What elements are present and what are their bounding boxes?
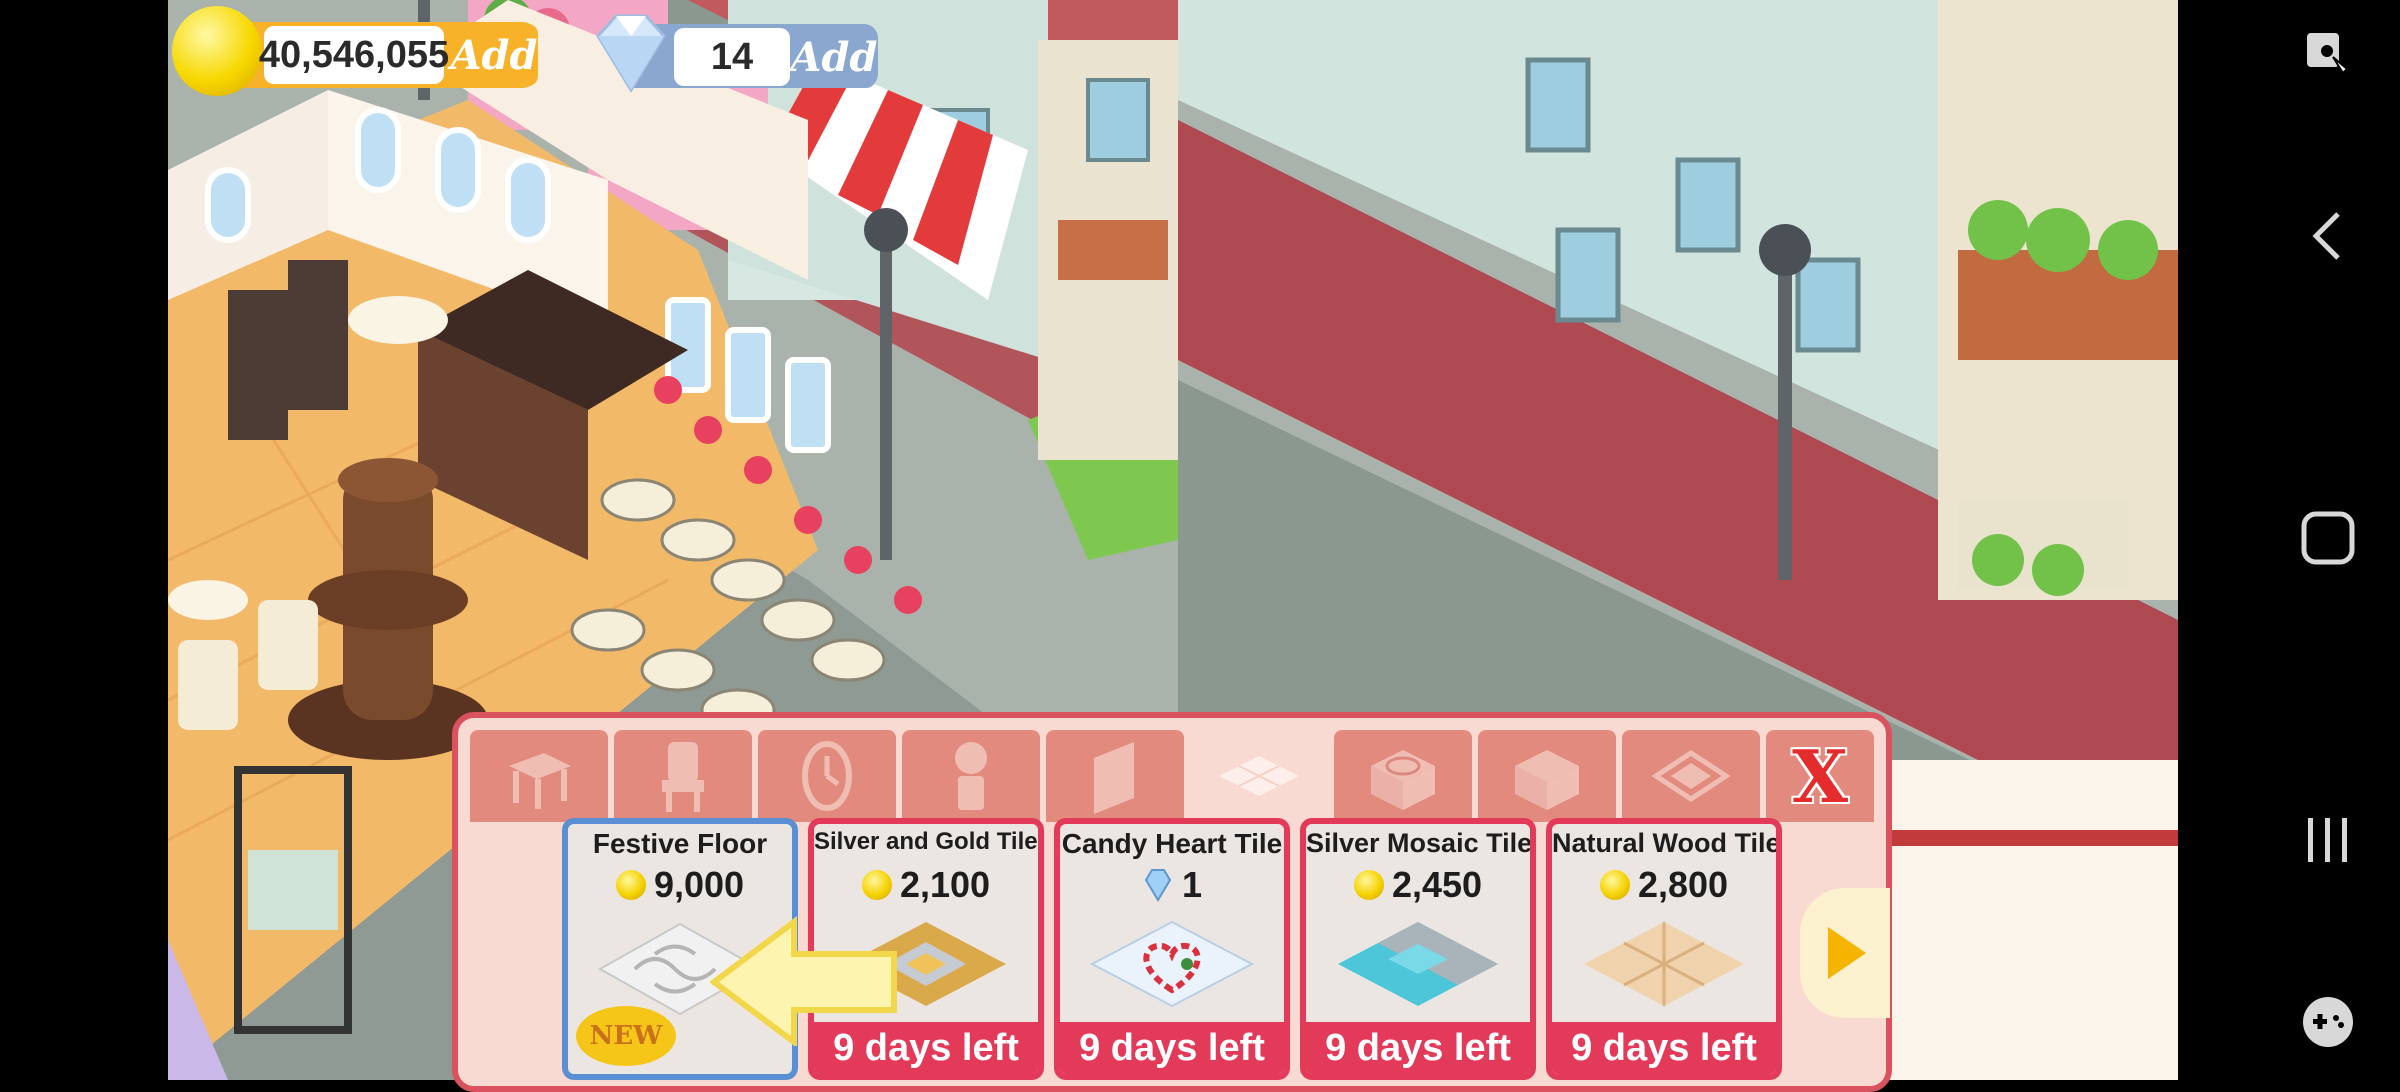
- clock-icon: [802, 741, 852, 811]
- coin-amount: 40,546,055: [259, 26, 449, 84]
- close-button[interactable]: X: [1766, 730, 1874, 822]
- silver-mosaic-tile-thumbnail: [1338, 922, 1498, 1006]
- gem-icon: [1144, 869, 1172, 902]
- item-card-candy-heart-tile[interactable]: Candy Heart Tile 1 9 days left: [1054, 818, 1290, 1080]
- recent-apps-button[interactable]: [2300, 812, 2356, 868]
- item-price: 1: [1060, 864, 1284, 906]
- table-icon: [509, 753, 571, 809]
- recent-apps-icon: [2308, 818, 2347, 862]
- coin-icon: [1599, 870, 1630, 900]
- tutorial-arrow-icon: [710, 916, 897, 1046]
- tab-tables[interactable]: [470, 730, 608, 822]
- gamepad-icon: [2303, 997, 2353, 1047]
- item-price: 9,000: [568, 864, 792, 906]
- screenshot-edit-button[interactable]: [2300, 26, 2356, 82]
- item-price: 2,450: [1306, 864, 1530, 906]
- item-card-natural-wood-tile[interactable]: Natural Wood Tile 2,800 9 days left: [1546, 818, 1782, 1080]
- item-name: Silver Mosaic Tile: [1306, 828, 1533, 858]
- tab-plants[interactable]: [902, 730, 1040, 822]
- home-square-icon: [2301, 511, 2355, 565]
- plant-icon: [955, 742, 987, 810]
- item-name: Festive Floor: [592, 828, 768, 859]
- gem-amount: 14: [674, 28, 790, 86]
- back-chevron-icon: [2312, 212, 2340, 260]
- floor-icon: [1219, 756, 1299, 796]
- system-navigation-bar: [2178, 0, 2400, 1080]
- coin-icon: [861, 870, 892, 900]
- chair-icon: [662, 742, 704, 812]
- counter-icon: [1515, 750, 1579, 810]
- tab-chairs[interactable]: [614, 730, 752, 822]
- diamond-icon: [596, 14, 666, 93]
- home-button[interactable]: [2300, 510, 2356, 566]
- arrow-right-icon: [1828, 927, 1866, 979]
- item-name: Silver and Gold Tiles: [814, 828, 1044, 855]
- game-tools-button[interactable]: [2300, 994, 2356, 1050]
- next-page-button[interactable]: [1800, 888, 1890, 1018]
- tab-floors[interactable]: [1190, 730, 1328, 822]
- coin-balance: 40,546,055 Add: [172, 6, 562, 96]
- days-left-badge: 9 days left: [1060, 1022, 1284, 1074]
- new-badge: NEW: [576, 1006, 676, 1066]
- gem-balance: 14 Add: [586, 2, 886, 98]
- days-left-badge: 9 days left: [1306, 1022, 1530, 1074]
- wall-icon: [1094, 742, 1134, 814]
- item-name: Natural Wood Tile: [1552, 828, 1781, 858]
- item-price: 2,100: [814, 864, 1038, 906]
- tab-expand[interactable]: [1622, 730, 1760, 822]
- add-coins-button[interactable]: Add: [450, 24, 538, 86]
- item-price: 2,800: [1552, 864, 1776, 906]
- expand-icon: [1651, 750, 1731, 802]
- stove-icon: [1371, 750, 1435, 810]
- tab-counters[interactable]: [1478, 730, 1616, 822]
- candy-heart-tile-thumbnail: [1089, 920, 1255, 1008]
- back-button[interactable]: [2300, 208, 2356, 264]
- item-card-silver-mosaic-tile[interactable]: Silver Mosaic Tile 2,450 9 days left: [1300, 818, 1536, 1080]
- tab-decor[interactable]: [758, 730, 896, 822]
- coin-icon: [615, 870, 646, 900]
- tab-walls[interactable]: [1046, 730, 1184, 822]
- category-tabs: X: [470, 730, 1880, 824]
- natural-wood-tile-thumbnail: [1584, 922, 1744, 1006]
- item-name: Candy Heart Tile: [1061, 828, 1283, 859]
- coin-icon: [1353, 870, 1384, 900]
- touch-edit-icon: [2307, 33, 2349, 75]
- coin-icon: [172, 6, 262, 96]
- close-icon: X: [1792, 733, 1848, 819]
- days-left-badge: 9 days left: [1552, 1022, 1776, 1074]
- add-gems-button[interactable]: Add: [791, 26, 878, 88]
- tab-appliances[interactable]: [1334, 730, 1472, 822]
